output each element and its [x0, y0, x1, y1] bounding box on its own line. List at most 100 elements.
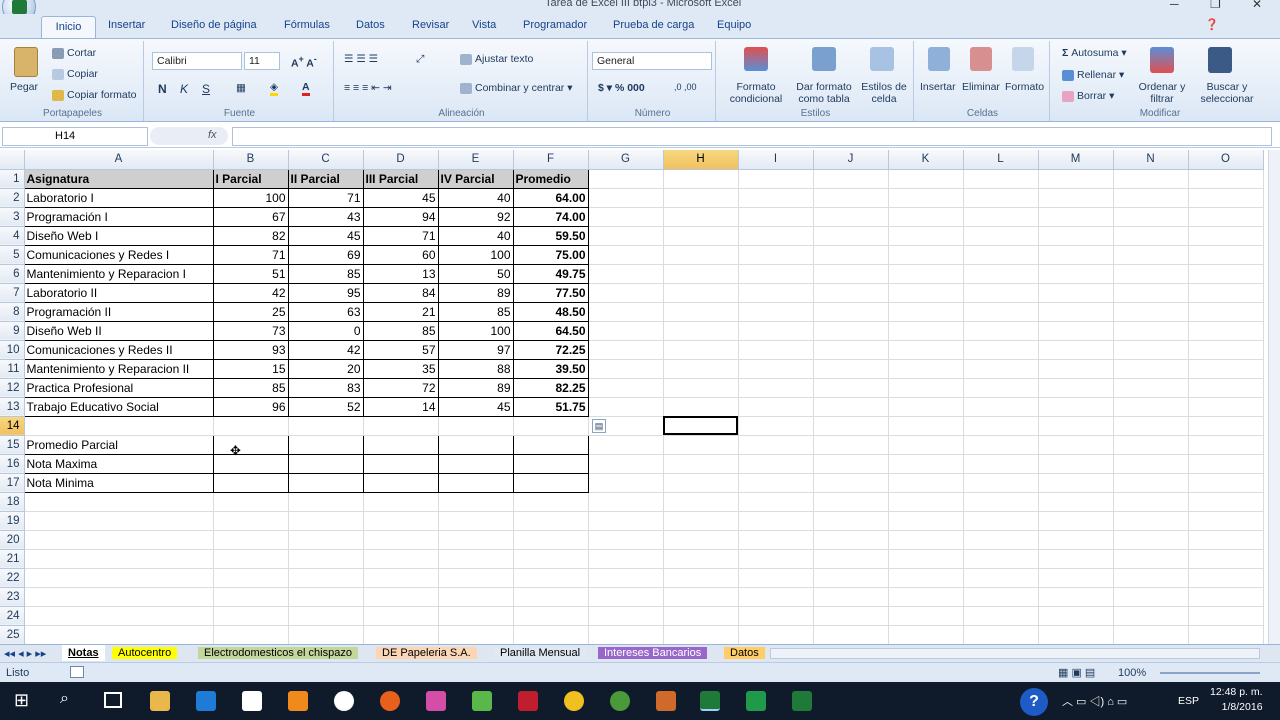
borders-icon[interactable]: ▦: [236, 82, 246, 94]
cell[interactable]: [813, 169, 889, 189]
delete-button[interactable]: Eliminar: [962, 81, 1000, 93]
vertical-scrollbar[interactable]: [1268, 150, 1280, 644]
cell[interactable]: [888, 473, 964, 493]
cell[interactable]: [888, 492, 964, 512]
cell[interactable]: [663, 587, 739, 607]
minimize-icon[interactable]: ─: [1170, 0, 1179, 11]
cell[interactable]: [512, 472, 589, 493]
cell[interactable]: [287, 434, 364, 455]
cell[interactable]: [588, 587, 664, 607]
cell[interactable]: [963, 530, 1039, 550]
cell[interactable]: [1038, 302, 1114, 322]
row-header[interactable]: 25: [0, 625, 25, 644]
cell[interactable]: [1113, 435, 1189, 455]
cell[interactable]: [888, 359, 964, 379]
cell[interactable]: [1113, 359, 1189, 379]
cell[interactable]: [1188, 340, 1264, 360]
cell[interactable]: 89: [437, 282, 514, 303]
cell[interactable]: [663, 226, 739, 246]
fill-button[interactable]: Rellenar ▾: [1062, 69, 1124, 81]
cell[interactable]: 100: [212, 187, 289, 208]
cell[interactable]: Trabajo Educativo Social: [23, 396, 214, 417]
column-header[interactable]: G: [588, 150, 664, 170]
cell[interactable]: [813, 568, 889, 588]
cell[interactable]: [588, 378, 664, 398]
cell[interactable]: [24, 416, 214, 436]
column-header[interactable]: I: [738, 150, 814, 170]
cell[interactable]: 15: [212, 358, 289, 379]
cell[interactable]: [363, 606, 439, 626]
row-header[interactable]: 20: [0, 530, 25, 550]
cell[interactable]: 85: [212, 377, 289, 398]
cell[interactable]: Asignatura: [23, 168, 214, 189]
format-as-table-button[interactable]: Dar formato como tabla: [792, 81, 856, 105]
cell[interactable]: [1113, 625, 1189, 644]
row-header[interactable]: 9: [0, 321, 25, 341]
cell[interactable]: [888, 207, 964, 227]
cell[interactable]: [1113, 378, 1189, 398]
sheet-tab-papeleria[interactable]: DE Papeleria S.A.: [376, 647, 477, 659]
cell[interactable]: [438, 549, 514, 569]
cell[interactable]: [813, 245, 889, 265]
cell[interactable]: [1113, 530, 1189, 550]
cell[interactable]: [1188, 207, 1264, 227]
maximize-icon[interactable]: ❐: [1210, 0, 1221, 11]
help-taskbar-icon[interactable]: ?: [1020, 688, 1048, 716]
cell[interactable]: [663, 549, 739, 569]
cell[interactable]: 100: [437, 244, 514, 265]
cell[interactable]: [888, 549, 964, 569]
cell[interactable]: [663, 264, 739, 284]
cell[interactable]: [1113, 606, 1189, 626]
cell[interactable]: [1038, 473, 1114, 493]
cell[interactable]: 63: [287, 301, 364, 322]
cell[interactable]: 83: [287, 377, 364, 398]
cell[interactable]: [24, 568, 214, 588]
cell[interactable]: [513, 587, 589, 607]
cut-button[interactable]: Cortar: [52, 47, 96, 59]
cell[interactable]: [24, 530, 214, 550]
sort-filter-button[interactable]: Ordenar y filtrar: [1134, 81, 1190, 105]
cell-styles-button[interactable]: Estilos de celda: [856, 81, 912, 105]
cell[interactable]: [663, 454, 739, 474]
cell[interactable]: Programación II: [23, 301, 214, 322]
cell[interactable]: 74.00: [512, 206, 589, 227]
cell[interactable]: [513, 606, 589, 626]
cell[interactable]: [513, 511, 589, 531]
cell[interactable]: [663, 625, 739, 644]
cell[interactable]: 21: [362, 301, 439, 322]
cell[interactable]: [813, 587, 889, 607]
cell[interactable]: 35: [362, 358, 439, 379]
cell[interactable]: Mantenimiento y Reparacion I: [23, 263, 214, 284]
cell[interactable]: [363, 625, 439, 644]
cell[interactable]: [1038, 169, 1114, 189]
clear-button[interactable]: Borrar ▾: [1062, 90, 1114, 102]
cell[interactable]: [738, 606, 814, 626]
cell[interactable]: 39.50: [512, 358, 589, 379]
cell[interactable]: [813, 492, 889, 512]
cell[interactable]: [738, 568, 814, 588]
wrap-text-button[interactable]: Ajustar texto: [460, 53, 533, 65]
name-box[interactable]: H14: [2, 127, 148, 146]
sheet-tab-datos[interactable]: Datos: [724, 647, 765, 659]
grow-font-button[interactable]: A+ A-: [291, 54, 317, 70]
cell[interactable]: 49.75: [512, 263, 589, 284]
cell[interactable]: [1188, 321, 1264, 341]
cell[interactable]: [288, 625, 364, 644]
cell[interactable]: [738, 473, 814, 493]
cell[interactable]: I Parcial: [212, 168, 289, 189]
cell[interactable]: [513, 416, 589, 436]
cell[interactable]: [1188, 264, 1264, 284]
cell[interactable]: [1113, 245, 1189, 265]
cell[interactable]: 51: [212, 263, 289, 284]
cell[interactable]: [213, 606, 289, 626]
cell[interactable]: 84: [362, 282, 439, 303]
cell[interactable]: [963, 226, 1039, 246]
cell[interactable]: 20: [287, 358, 364, 379]
cell[interactable]: [1038, 416, 1114, 436]
cell[interactable]: [1113, 511, 1189, 531]
row-header[interactable]: 10: [0, 340, 25, 360]
conditional-format-button[interactable]: Formato condicional: [724, 81, 788, 105]
cell[interactable]: 45: [362, 187, 439, 208]
cell[interactable]: [513, 530, 589, 550]
cell[interactable]: [663, 283, 739, 303]
